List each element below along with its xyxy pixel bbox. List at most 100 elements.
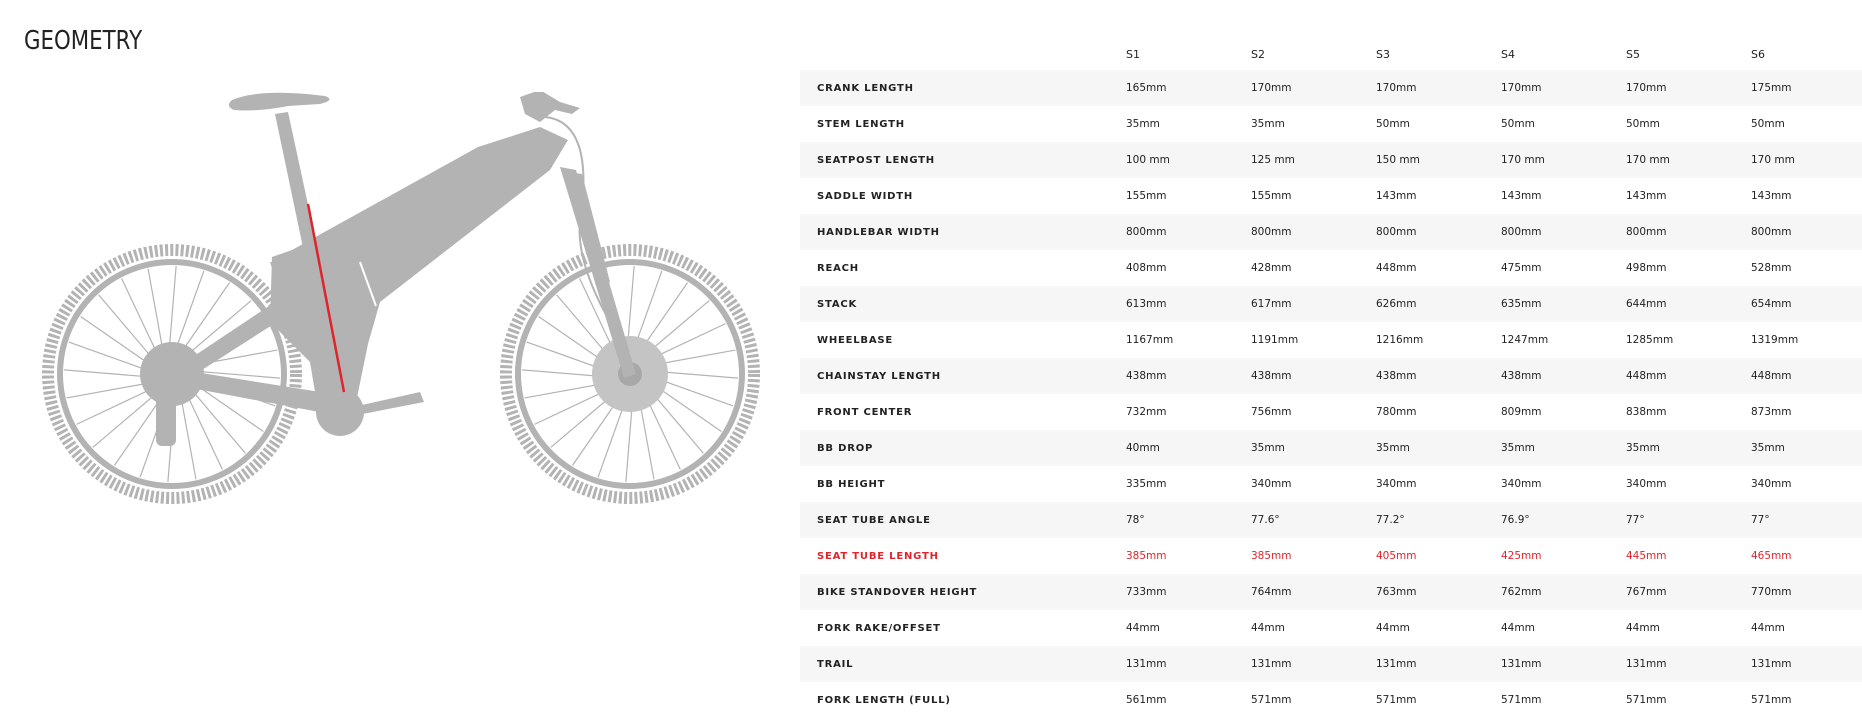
- table-cell: 131mm: [1376, 658, 1417, 670]
- table-cell: 170mm: [1251, 82, 1292, 94]
- size-header-s5: S5: [1626, 47, 1640, 61]
- table-cell: 44mm: [1751, 622, 1785, 634]
- size-header-s2: S2: [1251, 47, 1265, 61]
- row-label: CHAINSTAY LENGTH: [817, 370, 941, 382]
- table-cell: 77°: [1751, 514, 1770, 526]
- table-cell: 571mm: [1626, 694, 1667, 706]
- table-cell: 613mm: [1126, 298, 1167, 310]
- table-cell: 35mm: [1126, 118, 1160, 130]
- table-cell: 340mm: [1501, 478, 1542, 490]
- table-cell: 131mm: [1251, 658, 1292, 670]
- row-label: HANDLEBAR WIDTH: [817, 226, 940, 238]
- table-cell: 780mm: [1376, 406, 1417, 418]
- table-cell: 143mm: [1501, 190, 1542, 202]
- table-cell: 838mm: [1626, 406, 1667, 418]
- table-cell: 438mm: [1251, 370, 1292, 382]
- table-cell: 732mm: [1126, 406, 1167, 418]
- table-cell: 528mm: [1751, 262, 1792, 274]
- table-row: FORK LENGTH (FULL) 561mm 571mm 571mm 571mm 57…: [800, 682, 1862, 718]
- table-cell: 654mm: [1751, 298, 1792, 310]
- table-row: SEAT TUBE LENGTH 385mm 385mm 405mm 425mm 445m…: [800, 538, 1862, 574]
- table-cell: 767mm: [1626, 586, 1667, 598]
- table-cell: 50mm: [1751, 118, 1785, 130]
- table-cell: 448mm: [1626, 370, 1667, 382]
- row-label: FRONT CENTER: [817, 406, 913, 418]
- table-cell: 170mm: [1501, 82, 1542, 94]
- table-cell: 155mm: [1251, 190, 1292, 202]
- header-empty: [800, 38, 1126, 70]
- table-cell: 143mm: [1626, 190, 1667, 202]
- table-cell: 800mm: [1251, 226, 1292, 238]
- table-cell: 143mm: [1376, 190, 1417, 202]
- table-row: CHAINSTAY LENGTH 438mm 438mm 438mm 438mm 448m…: [800, 358, 1862, 394]
- size-header-s1: S1: [1126, 47, 1140, 61]
- size-header-s3: S3: [1376, 47, 1390, 61]
- table-cell: 756mm: [1251, 406, 1292, 418]
- table-cell: 800mm: [1501, 226, 1542, 238]
- table-cell: 50mm: [1376, 118, 1410, 130]
- table-row: TRAIL 131mm 131mm 131mm 131mm 131mm 131mm: [800, 646, 1862, 682]
- table-cell: 644mm: [1626, 298, 1667, 310]
- table-cell: 425mm: [1501, 550, 1542, 562]
- table-cell: 44mm: [1501, 622, 1535, 634]
- table-cell: 475mm: [1501, 262, 1542, 274]
- table-row: BB HEIGHT 335mm 340mm 340mm 340mm 340mm 340mm: [800, 466, 1862, 502]
- row-label: SEAT TUBE LENGTH: [817, 550, 939, 562]
- table-cell: 143mm: [1751, 190, 1792, 202]
- table-row: HANDLEBAR WIDTH 800mm 800mm 800mm 800mm 800mm…: [800, 214, 1862, 250]
- table-cell: 385mm: [1251, 550, 1292, 562]
- table-cell: 438mm: [1376, 370, 1417, 382]
- row-label: WHEELBASE: [817, 334, 894, 346]
- table-cell: 78°: [1126, 514, 1145, 526]
- table-cell: 77°: [1626, 514, 1645, 526]
- table-cell: 1191mm: [1251, 334, 1299, 346]
- table-cell: 35mm: [1501, 442, 1535, 454]
- table-row: CRANK LENGTH 165mm 170mm 170mm 170mm 170mm 175…: [800, 70, 1862, 106]
- table-cell: 428mm: [1251, 262, 1292, 274]
- table-cell: 1319mm: [1751, 334, 1799, 346]
- table-cell: 617mm: [1251, 298, 1292, 310]
- table-cell: 165mm: [1126, 82, 1167, 94]
- table-cell: 764mm: [1251, 586, 1292, 598]
- table-row: REACH 408mm 428mm 448mm 475mm 498mm 528mm: [800, 250, 1862, 286]
- bike-image: [42, 90, 760, 504]
- table-cell: 635mm: [1501, 298, 1542, 310]
- table-cell: 50mm: [1501, 118, 1535, 130]
- table-cell: 571mm: [1376, 694, 1417, 706]
- row-label: SEATPOST LENGTH: [817, 154, 935, 166]
- table-cell: 44mm: [1626, 622, 1660, 634]
- table-row: FORK RAKE/OFFSET 44mm 44mm 44mm 44mm 44mm 44mm: [800, 610, 1862, 646]
- row-label: BB HEIGHT: [817, 478, 886, 490]
- table-cell: 44mm: [1126, 622, 1160, 634]
- table-cell: 131mm: [1126, 658, 1167, 670]
- table-cell: 155mm: [1126, 190, 1167, 202]
- table-cell: 340mm: [1376, 478, 1417, 490]
- row-label: SEAT TUBE ANGLE: [817, 514, 931, 526]
- table-cell: 131mm: [1626, 658, 1667, 670]
- table-cell: 498mm: [1626, 262, 1667, 274]
- table-cell: 571mm: [1501, 694, 1542, 706]
- row-label: REACH: [817, 262, 859, 274]
- table-cell: 35mm: [1251, 442, 1285, 454]
- table-cell: 800mm: [1751, 226, 1792, 238]
- saddle: [228, 92, 330, 111]
- table-cell: 170mm: [1626, 82, 1667, 94]
- table-cell: 733mm: [1126, 586, 1167, 598]
- table-cell: 465mm: [1751, 550, 1792, 562]
- row-label: TRAIL: [817, 658, 854, 670]
- table-cell: 340mm: [1626, 478, 1667, 490]
- table-cell: 35mm: [1376, 442, 1410, 454]
- table-cell: 170 mm: [1501, 154, 1545, 166]
- table-row: FRONT CENTER 732mm 756mm 780mm 809mm 838mm 873…: [800, 394, 1862, 430]
- table-cell: 100 mm: [1126, 154, 1170, 166]
- table-cell: 445mm: [1626, 550, 1667, 562]
- table-cell: 626mm: [1376, 298, 1417, 310]
- row-label: BB DROP: [817, 442, 874, 454]
- page-title: GEOMETRY: [24, 26, 143, 56]
- table-cell: 1247mm: [1501, 334, 1549, 346]
- table-cell: 448mm: [1751, 370, 1792, 382]
- row-label: FORK LENGTH (FULL): [817, 694, 951, 706]
- table-cell: 873mm: [1751, 406, 1792, 418]
- table-cell: 77.6°: [1251, 514, 1280, 526]
- table-cell: 35mm: [1626, 442, 1660, 454]
